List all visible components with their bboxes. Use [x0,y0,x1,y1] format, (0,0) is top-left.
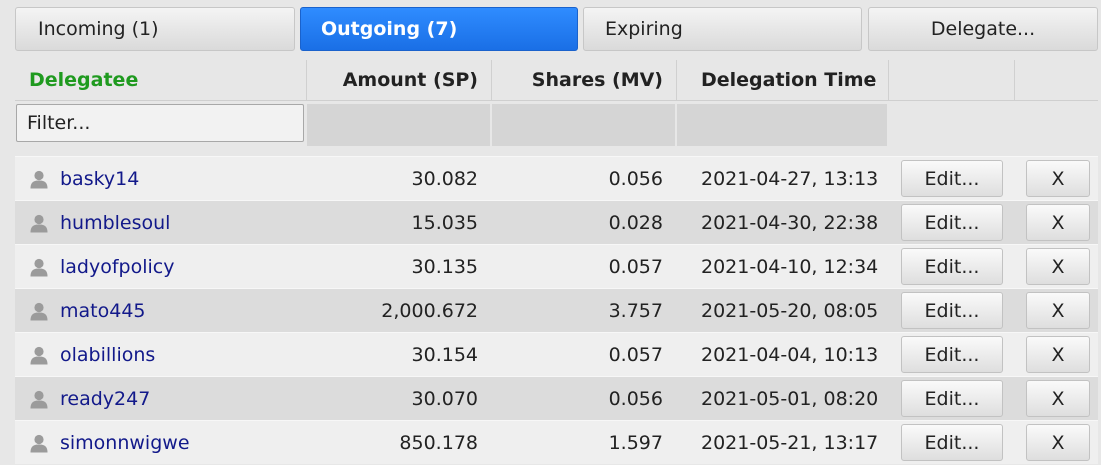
remove-button[interactable]: X [1026,204,1090,241]
amount-cell: 30.135 [411,255,478,278]
edit-cell: Edit... [889,201,1013,244]
table-row: ladyofpolicy 30.135 0.057 2021-04-10, 12:34… [15,244,1098,288]
user-icon [30,434,48,452]
delegatee-cell: simonnwigwe [15,421,305,464]
user-icon [30,390,48,408]
delegation-time-cell: 2021-05-20, 08:05 [701,299,879,322]
filter-cell-empty [307,104,490,146]
shares-cell: 0.057 [608,343,663,366]
user-icon [30,346,48,364]
shares-cell: 0.056 [608,387,663,410]
tab-expiring[interactable]: Expiring [583,7,862,51]
delegatee-cell: mato445 [15,289,305,332]
remove-button[interactable]: X [1026,336,1090,373]
delegation-time-cell: 2021-04-30, 22:38 [701,211,879,234]
column-divider [676,60,677,100]
edit-cell: Edit... [889,289,1013,332]
filter-row [15,101,1098,147]
delegatee-link[interactable]: ladyofpolicy [60,256,174,278]
shares-cell: 3.757 [608,299,663,322]
column-divider [306,60,307,100]
amount-cell: 15.035 [411,211,478,234]
user-icon [30,302,48,320]
delegatee-link[interactable]: basky14 [60,168,139,190]
edit-button[interactable]: Edit... [901,204,1003,241]
shares-cell: 0.056 [608,167,663,190]
delegations-table: Delegatee Amount (SP) Shares (MV) Delega… [15,60,1098,464]
remove-button[interactable]: X [1026,424,1090,461]
remove-cell: X [1015,377,1098,420]
delegation-time-cell: 2021-05-01, 08:20 [701,387,879,410]
edit-button[interactable]: Edit... [901,380,1003,417]
table-body: basky14 30.082 0.056 2021-04-27, 13:13 Edit.… [15,156,1098,464]
remove-cell: X [1015,333,1098,376]
tab-bar: Incoming (1) Outgoing (7) Expiring Deleg… [0,0,1101,58]
delegation-time-cell: 2021-04-27, 13:13 [701,167,879,190]
delegatee-link[interactable]: olabillions [60,344,155,366]
user-icon [30,214,48,232]
remove-button[interactable]: X [1026,292,1090,329]
delegatee-cell: ready247 [15,377,305,420]
edit-cell: Edit... [889,245,1013,288]
table-row: mato445 2,000.672 3.757 2021-05-20, 08:05 Ed… [15,288,1098,332]
table-row: olabillions 30.154 0.057 2021-04-04, 10:13 E… [15,332,1098,376]
edit-button[interactable]: Edit... [901,336,1003,373]
header-amount[interactable]: Amount (SP) [307,60,490,100]
shares-cell: 0.057 [608,255,663,278]
header-delegatee[interactable]: Delegatee [15,60,305,100]
column-divider [1014,60,1015,100]
delegation-time-cell: 2021-04-04, 10:13 [701,343,879,366]
delegation-time-cell: 2021-04-10, 12:34 [701,255,879,278]
table-row: simonnwigwe 850.178 1.597 2021-05-21, 13:17… [15,420,1098,464]
edit-cell: Edit... [889,157,1013,200]
edit-button[interactable]: Edit... [901,424,1003,461]
shares-cell: 1.597 [608,431,663,454]
amount-cell: 30.070 [411,387,478,410]
shares-cell: 0.028 [608,211,663,234]
delegation-time-cell: 2021-05-21, 13:17 [701,431,879,454]
delegatee-link[interactable]: humblesoul [60,212,170,234]
filter-cell-empty [492,104,675,146]
table-row: ready247 30.070 0.056 2021-05-01, 08:20 Edit… [15,376,1098,420]
amount-cell: 850.178 [399,431,478,454]
table-row: basky14 30.082 0.056 2021-04-27, 13:13 Edit.… [15,156,1098,200]
edit-button[interactable]: Edit... [901,292,1003,329]
delegatee-cell: basky14 [15,157,305,200]
column-divider [888,60,889,100]
edit-cell: Edit... [889,377,1013,420]
remove-cell: X [1015,201,1098,244]
edit-cell: Edit... [889,421,1013,464]
delegate-button[interactable]: Delegate... [868,7,1098,51]
edit-button[interactable]: Edit... [901,248,1003,285]
table-header: Delegatee Amount (SP) Shares (MV) Delega… [15,60,1098,101]
amount-cell: 30.082 [411,167,478,190]
amount-cell: 2,000.672 [381,299,478,322]
delegatee-link[interactable]: simonnwigwe [60,432,190,454]
remove-cell: X [1015,289,1098,332]
remove-cell: X [1015,245,1098,288]
amount-cell: 30.154 [411,343,478,366]
filter-cell-empty [677,104,887,146]
delegatee-link[interactable]: mato445 [60,300,146,322]
header-delegation-time[interactable]: Delegation Time [677,60,887,100]
user-icon [30,258,48,276]
remove-cell: X [1015,421,1098,464]
tab-outgoing[interactable]: Outgoing (7) [300,7,578,51]
table-row: humblesoul 15.035 0.028 2021-04-30, 22:38 Ed… [15,200,1098,244]
delegatee-link[interactable]: ready247 [60,388,150,410]
remove-button[interactable]: X [1026,380,1090,417]
delegatee-cell: olabillions [15,333,305,376]
edit-button[interactable]: Edit... [901,160,1003,197]
delegatee-cell: ladyofpolicy [15,245,305,288]
tab-incoming[interactable]: Incoming (1) [15,7,295,51]
filter-input[interactable] [16,104,304,142]
remove-button[interactable]: X [1026,248,1090,285]
user-icon [30,170,48,188]
header-shares[interactable]: Shares (MV) [492,60,675,100]
remove-button[interactable]: X [1026,160,1090,197]
edit-cell: Edit... [889,333,1013,376]
delegatee-cell: humblesoul [15,201,305,244]
remove-cell: X [1015,157,1098,200]
column-divider [491,60,492,100]
